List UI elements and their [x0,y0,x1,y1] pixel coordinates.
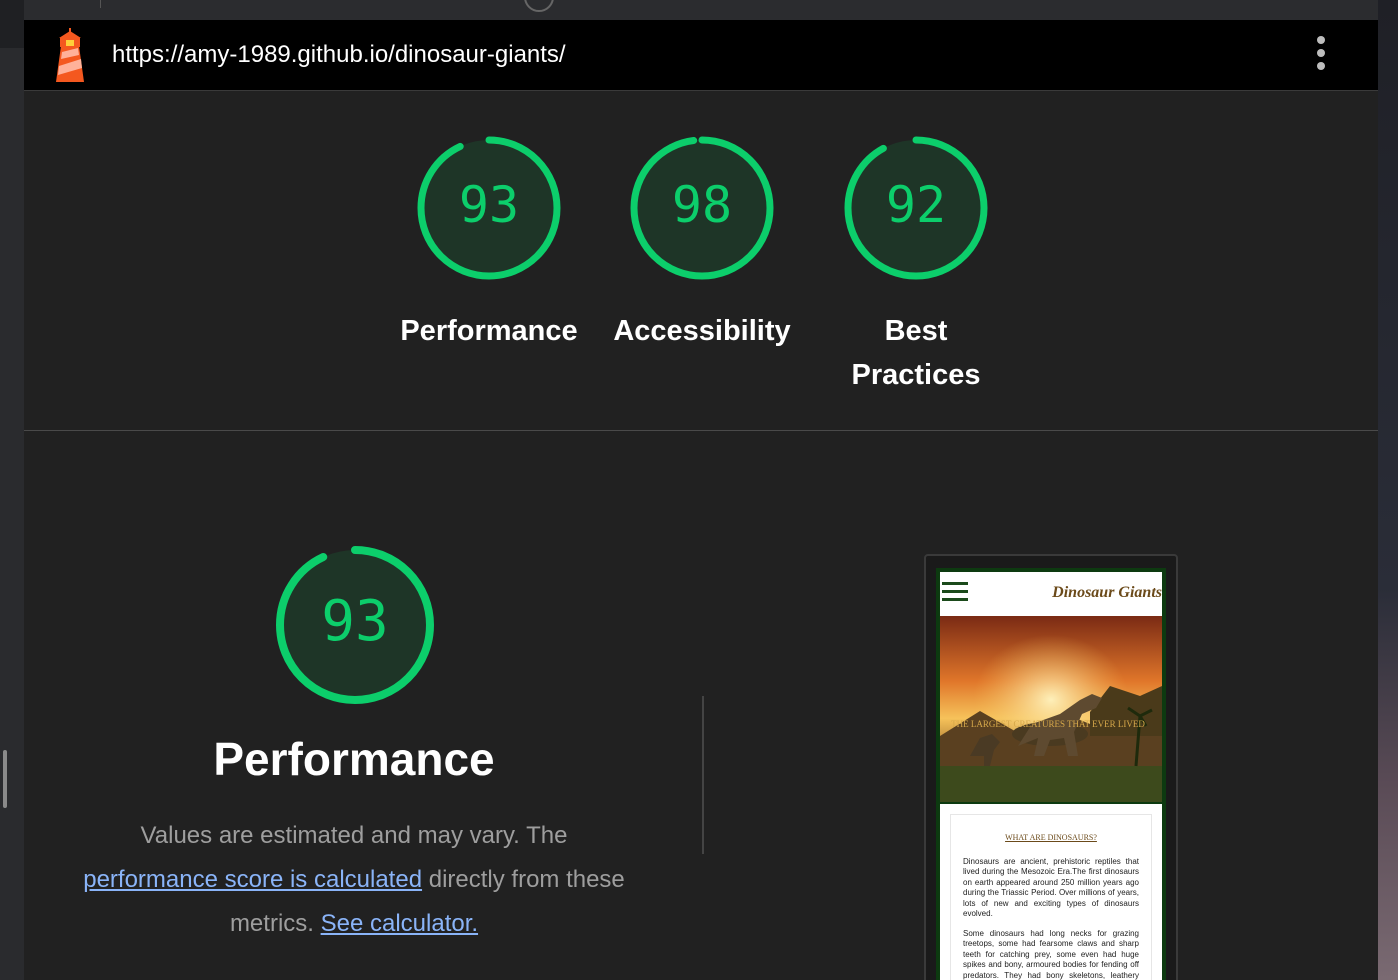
site-title: Dinosaur Giants [1052,584,1162,601]
gauge-score: 98 [671,176,733,234]
gauge-label: Accessibility [613,315,791,347]
score-gauge[interactable]: 92 Best Practices [841,133,991,391]
devtools-left-edge-top [0,0,24,48]
performance-description: Values are estimated and may vary. The pe… [44,814,664,946]
hamburger-menu-icon [942,582,968,606]
desktop-background-edge [1378,0,1398,980]
screenshot-screen: Dinosaur Giants THE LARGEST CREATURES TH… [936,568,1166,980]
gauge-score: 93 [321,589,389,654]
lighthouse-logo-icon [56,28,84,82]
devtools-left-edge [0,0,24,980]
performance-score-link[interactable]: performance score is calculated [83,866,422,893]
final-screenshot[interactable]: Dinosaur Giants THE LARGEST CREATURES TH… [924,554,1178,980]
site-content: WHAT ARE DINOSAURS? Dinosaurs are ancien… [940,804,1162,980]
gauge-label: Best Practices [851,315,981,391]
gauge-label: Performance [400,315,578,347]
resize-handle[interactable] [3,750,7,808]
report-url[interactable]: https://amy-1989.github.io/dinosaur-gian… [112,40,566,70]
score-gauge[interactable]: 93 Performance [400,133,578,347]
desc-text-1: Values are estimated and may vary. The [140,822,568,849]
more-vert-icon[interactable] [1314,36,1328,74]
performance-heading: Performance [213,733,495,785]
gauge-score: 92 [885,176,947,234]
hero-image [940,616,1162,802]
see-calculator-link[interactable]: See calculator. [321,910,478,937]
column-divider [702,696,704,854]
section-divider [24,430,1378,431]
paragraph-1: Dinosaurs are ancient, prehistoric repti… [963,857,1139,919]
gauge-score: 93 [458,176,520,234]
content-card: WHAT ARE DINOSAURS? Dinosaurs are ancien… [950,814,1152,980]
performance-big-gauge[interactable]: 93 [274,544,436,706]
score-gauge[interactable]: 98 Accessibility [613,133,791,347]
report-topbar: https://amy-1989.github.io/dinosaur-gian… [24,20,1378,91]
site-header: Dinosaur Giants [940,572,1162,616]
toolbar-circle-icon[interactable] [524,0,554,12]
lighthouse-report: https://amy-1989.github.io/dinosaur-gian… [24,20,1378,980]
paragraph-2: Some dinosaurs had long necks for grazin… [963,929,1139,980]
hero-caption: THE LARGEST CREATURES THAT EVER LIVED [951,719,1145,729]
toolbar-separator [100,0,101,8]
section-heading: WHAT ARE DINOSAURS? [1005,833,1097,842]
devtools-top-edge [24,0,1378,21]
